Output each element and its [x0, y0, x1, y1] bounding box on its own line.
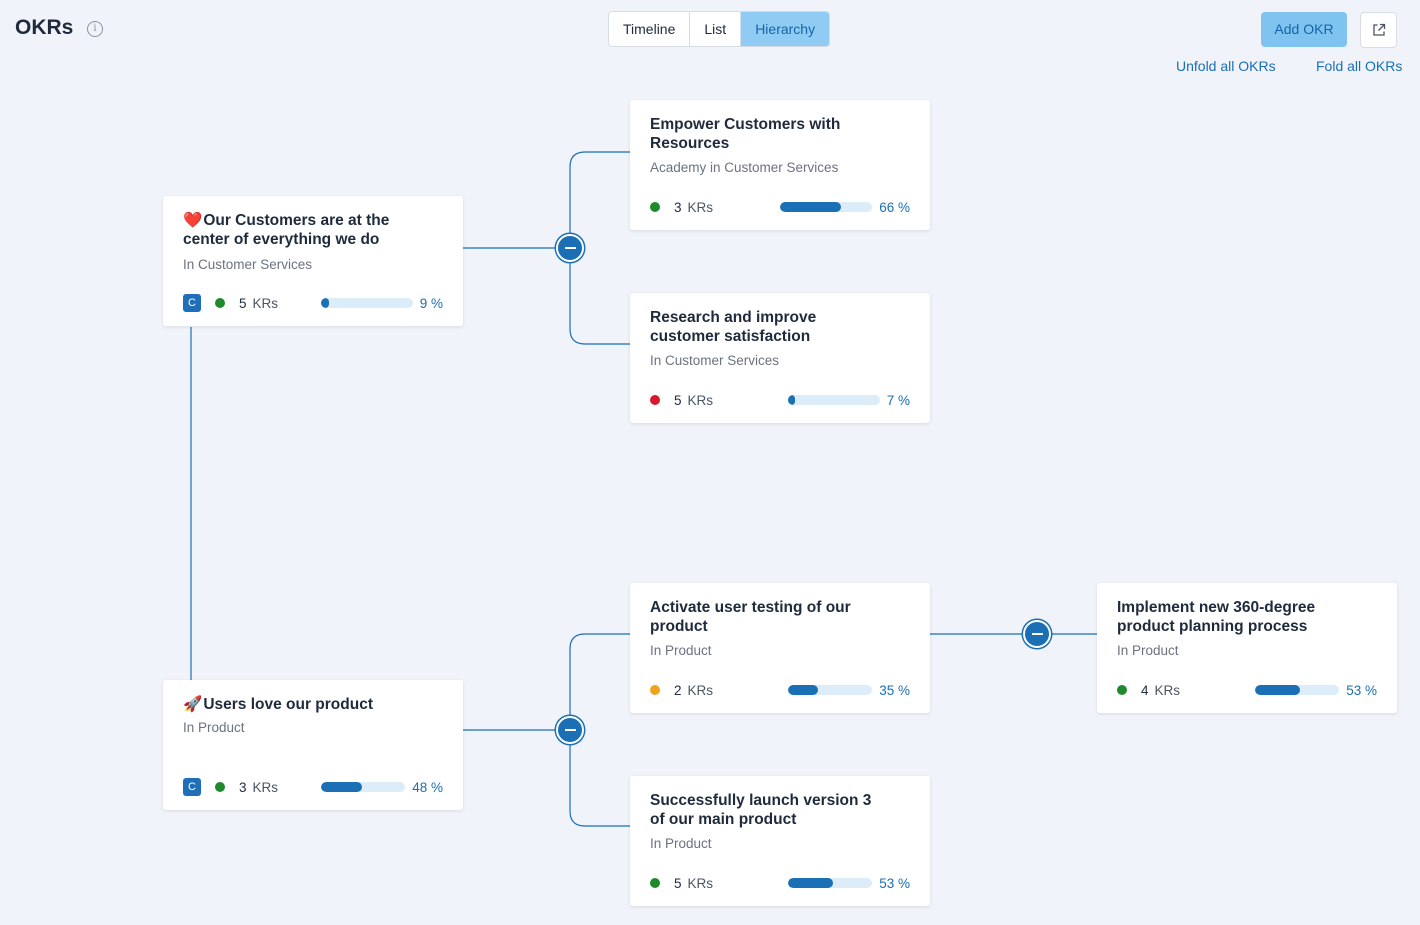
kr-label: KRs [252, 779, 279, 795]
okr-title[interactable]: Empower Customers with Resources [650, 115, 890, 153]
kr-count: 4 [1141, 682, 1149, 698]
status-dot [650, 395, 660, 405]
kr-label: KRs [687, 875, 714, 891]
progress-percent: 48 % [412, 779, 443, 795]
status-dot [650, 878, 660, 888]
okr-title[interactable]: Research and improve customer satisfacti… [650, 308, 890, 346]
okr-footer: 5 KRs 7 % [650, 392, 910, 408]
okr-title-text: Users love our product [203, 696, 373, 713]
okr-card[interactable]: Activate user testing of our product In P… [630, 583, 930, 713]
okr-subtitle: In Customer Services [183, 257, 313, 272]
okr-title[interactable]: Implement new 360-degree product plannin… [1117, 598, 1357, 636]
kr-label: KRs [687, 199, 714, 215]
okr-title[interactable]: Activate user testing of our product [650, 598, 890, 636]
okr-subtitle: In Product [183, 720, 245, 735]
progress-bar-fill [780, 202, 841, 212]
okr-footer: 3 KRs 66 % [650, 199, 910, 215]
okr-subtitle: In Customer Services [650, 353, 780, 368]
okr-title-text: Successfully launch version 3 of our mai… [650, 792, 872, 828]
kr-count: 2 [674, 682, 682, 698]
okr-footer: C 3 KRs 48 % [183, 778, 443, 796]
minus-icon [564, 247, 576, 249]
progress-bar [320, 298, 413, 308]
okr-title[interactable]: ❤️Our Customers are at the center of eve… [183, 211, 423, 249]
okr-footer: 4 KRs 53 % [1117, 682, 1377, 698]
status-dot [650, 202, 660, 212]
okr-emoji: ❤️ [183, 212, 203, 229]
minus-icon [564, 729, 576, 731]
progress-percent: 66 % [879, 199, 910, 215]
okr-subtitle: Academy in Customer Services [650, 160, 839, 175]
progress-percent: 35 % [879, 682, 910, 698]
okr-title-text: Activate user testing of our product [650, 599, 851, 635]
collapse-node-button[interactable] [556, 234, 584, 262]
okr-card[interactable]: Successfully launch version 3 of our mai… [630, 776, 930, 906]
okr-emoji: 🚀 [183, 696, 203, 713]
status-dot [215, 782, 225, 792]
kr-count: 3 [239, 779, 247, 795]
progress-percent: 7 % [886, 392, 910, 408]
progress-percent: 9 % [419, 295, 443, 311]
okr-subtitle: In Product [650, 836, 712, 851]
okr-title-text: Our Customers are at the center of every… [183, 212, 390, 248]
kr-label: KRs [687, 682, 714, 698]
progress-bar-fill [788, 878, 833, 888]
progress-bar [788, 685, 873, 695]
kr-label: KRs [252, 295, 279, 311]
kr-count: 3 [674, 199, 682, 215]
okr-card[interactable]: ❤️Our Customers are at the center of eve… [163, 196, 463, 326]
progress-bar [787, 395, 880, 405]
okr-title-text: Research and improve customer satisfacti… [650, 309, 817, 345]
minus-icon [1031, 633, 1043, 635]
okr-subtitle: In Product [650, 643, 712, 658]
collapse-node-button[interactable] [556, 716, 584, 744]
progress-bar [1255, 685, 1340, 695]
progress-bar-fill [321, 782, 362, 792]
okr-badge: C [183, 778, 201, 796]
progress-bar [321, 782, 406, 792]
okr-subtitle: In Product [1117, 643, 1179, 658]
okr-title[interactable]: 🚀Users love our product [183, 695, 423, 714]
okr-card[interactable]: 🚀Users love our product In Product C 3 KRs 48… [163, 680, 463, 810]
okr-card[interactable]: Empower Customers with Resources Academy … [630, 100, 930, 230]
progress-bar [780, 202, 873, 212]
collapse-node-button[interactable] [1023, 620, 1051, 648]
status-dot [650, 685, 660, 695]
progress-bar-fill [788, 685, 818, 695]
progress-bar [788, 878, 873, 888]
okr-badge: C [183, 294, 201, 312]
okr-footer: 5 KRs 53 % [650, 875, 910, 891]
kr-count: 5 [674, 392, 682, 408]
progress-percent: 53 % [1346, 682, 1377, 698]
okr-card[interactable]: Research and improve customer satisfacti… [630, 293, 930, 423]
status-dot [1117, 685, 1127, 695]
progress-percent: 53 % [879, 875, 910, 891]
kr-count: 5 [674, 875, 682, 891]
kr-count: 5 [239, 295, 247, 311]
progress-bar-fill [320, 298, 329, 308]
kr-label: KRs [1154, 682, 1181, 698]
okr-title[interactable]: Successfully launch version 3 of our mai… [650, 791, 890, 829]
okr-card[interactable]: Implement new 360-degree product plannin… [1097, 583, 1397, 713]
okr-title-text: Empower Customers with Resources [650, 116, 841, 152]
status-dot [215, 298, 225, 308]
okr-footer: 2 KRs 35 % [650, 682, 910, 698]
progress-bar-fill [787, 395, 796, 405]
okr-title-text: Implement new 360-degree product plannin… [1117, 599, 1316, 635]
progress-bar-fill [1255, 685, 1300, 695]
okr-footer: C 5 KRs 9 % [183, 294, 443, 312]
kr-label: KRs [687, 392, 714, 408]
